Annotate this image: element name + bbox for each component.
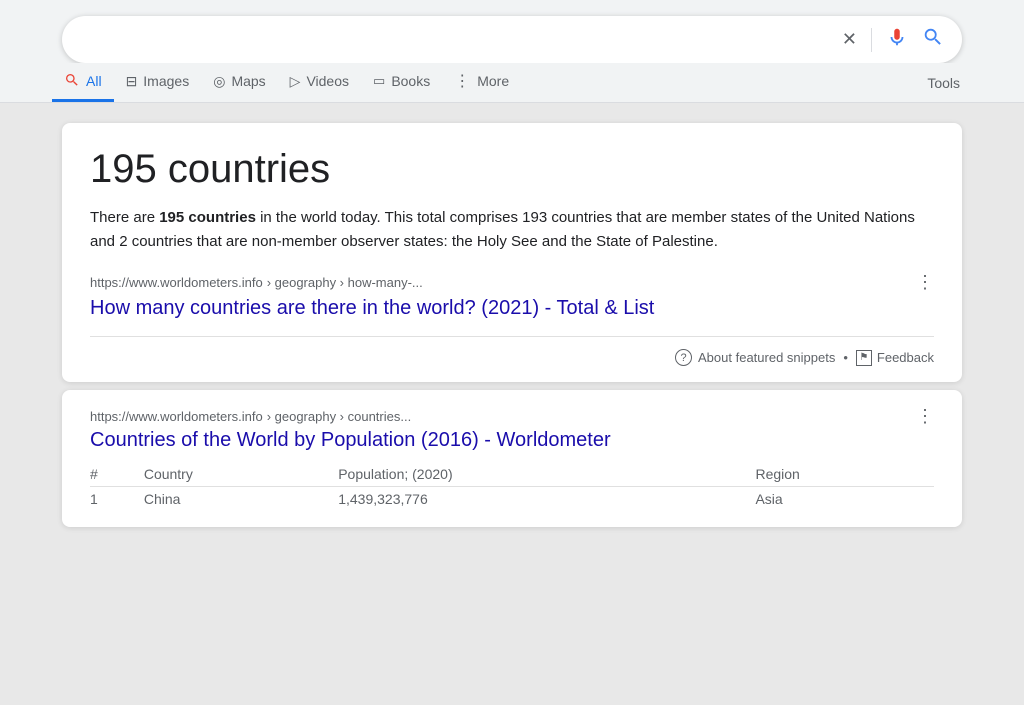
result-source-line: https://www.worldometers.info › geograph… xyxy=(90,406,934,427)
tab-books-label: Books xyxy=(391,73,430,89)
table-row: 1 China 1,439,323,776 Asia xyxy=(90,487,934,512)
feedback-button[interactable]: ⚑ Feedback xyxy=(856,350,934,366)
answer-bold: 195 countries xyxy=(159,209,256,226)
more-icon: ⋮ xyxy=(454,71,471,91)
tab-images[interactable]: ⊟ Images xyxy=(114,65,202,101)
table-header-population: Population; (2020) xyxy=(338,462,755,487)
videos-icon: ▷ xyxy=(290,73,301,90)
answer-count: 195 countries xyxy=(90,147,934,192)
tab-all[interactable]: All xyxy=(52,64,114,102)
tab-videos-label: Videos xyxy=(306,73,349,89)
clear-icon[interactable]: ✕ xyxy=(842,29,857,50)
result-table: # Country Population; (2020) Region 1 Ch… xyxy=(90,462,934,511)
snippet-kebab-menu[interactable]: ⋮ xyxy=(916,272,934,293)
table-cell-population: 1,439,323,776 xyxy=(338,487,755,512)
tab-maps-label: Maps xyxy=(231,73,265,89)
images-icon: ⊟ xyxy=(126,73,138,90)
snippet-domain: https://www.worldometers.info xyxy=(90,275,263,290)
tools-label: Tools xyxy=(927,75,960,91)
second-result-card: https://www.worldometers.info › geograph… xyxy=(62,390,962,527)
all-icon xyxy=(64,72,80,91)
snippet-source-line: https://www.worldometers.info › geograph… xyxy=(90,272,934,293)
tab-more[interactable]: ⋮ More xyxy=(442,63,521,102)
maps-icon: ◎ xyxy=(213,73,225,90)
about-snippets-button[interactable]: ? About featured snippets xyxy=(675,349,835,366)
featured-snippet-card: 195 countries There are 195 countries in… xyxy=(62,123,962,382)
tab-all-label: All xyxy=(86,73,102,89)
answer-description: There are 195 countries in the world tod… xyxy=(90,206,934,254)
tab-images-label: Images xyxy=(143,73,189,89)
separator-dot: • xyxy=(843,350,848,365)
snippet-footer: ? About featured snippets • ⚑ Feedback xyxy=(90,336,934,366)
books-icon: ▭ xyxy=(373,73,385,89)
result-path: › geography › countries... xyxy=(267,409,412,424)
tools-button[interactable]: Tools xyxy=(915,67,972,99)
result-domain: https://www.worldometers.info xyxy=(90,409,263,424)
tab-books[interactable]: ▭ Books xyxy=(361,65,442,100)
result-kebab-menu[interactable]: ⋮ xyxy=(916,406,934,427)
tab-more-label: More xyxy=(477,73,509,89)
table-header-country: Country xyxy=(144,462,338,487)
table-cell-country: China xyxy=(144,487,338,512)
table-cell-region: Asia xyxy=(755,487,934,512)
table-header-num: # xyxy=(90,462,144,487)
snippet-result-link[interactable]: How many countries are there in the worl… xyxy=(90,297,934,320)
feedback-icon: ⚑ xyxy=(856,350,872,366)
result-link[interactable]: Countries of the World by Population (20… xyxy=(90,429,934,452)
mic-icon[interactable] xyxy=(886,26,908,53)
feedback-label: Feedback xyxy=(877,350,934,365)
snippet-path: › geography › how-many-... xyxy=(267,275,423,290)
search-icon[interactable] xyxy=(922,26,944,53)
search-input[interactable]: how many countries in the world xyxy=(80,29,842,50)
table-header-region: Region xyxy=(755,462,934,487)
question-icon: ? xyxy=(675,349,692,366)
tab-videos[interactable]: ▷ Videos xyxy=(278,65,361,101)
about-snippets-label: About featured snippets xyxy=(698,350,835,365)
tab-maps[interactable]: ◎ Maps xyxy=(201,65,277,101)
search-divider xyxy=(871,28,872,52)
table-cell-num: 1 xyxy=(90,487,144,512)
